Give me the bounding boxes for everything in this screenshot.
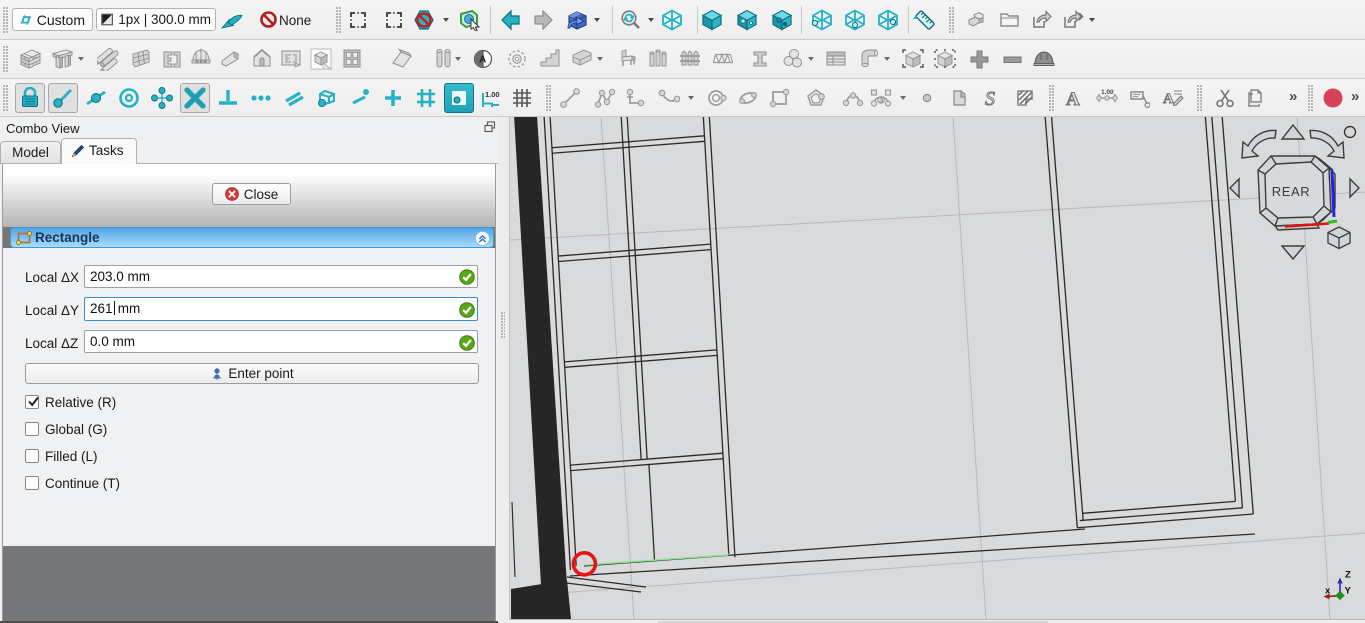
svg-text:x: x [1325, 586, 1331, 597]
svg-text:Z: Z [1345, 570, 1351, 581]
svg-text:A: A [479, 55, 486, 66]
svg-text:A: A [1066, 89, 1080, 109]
svg-text:Y: Y [1345, 586, 1352, 597]
svg-text:REAR: REAR [1272, 184, 1311, 199]
svg-text:1.00: 1.00 [485, 90, 500, 99]
svg-text:3: 3 [879, 98, 883, 105]
svg-text:A: A [1163, 91, 1174, 107]
svg-text:S: S [985, 88, 995, 109]
svg-text:1.00: 1.00 [1101, 89, 1114, 96]
